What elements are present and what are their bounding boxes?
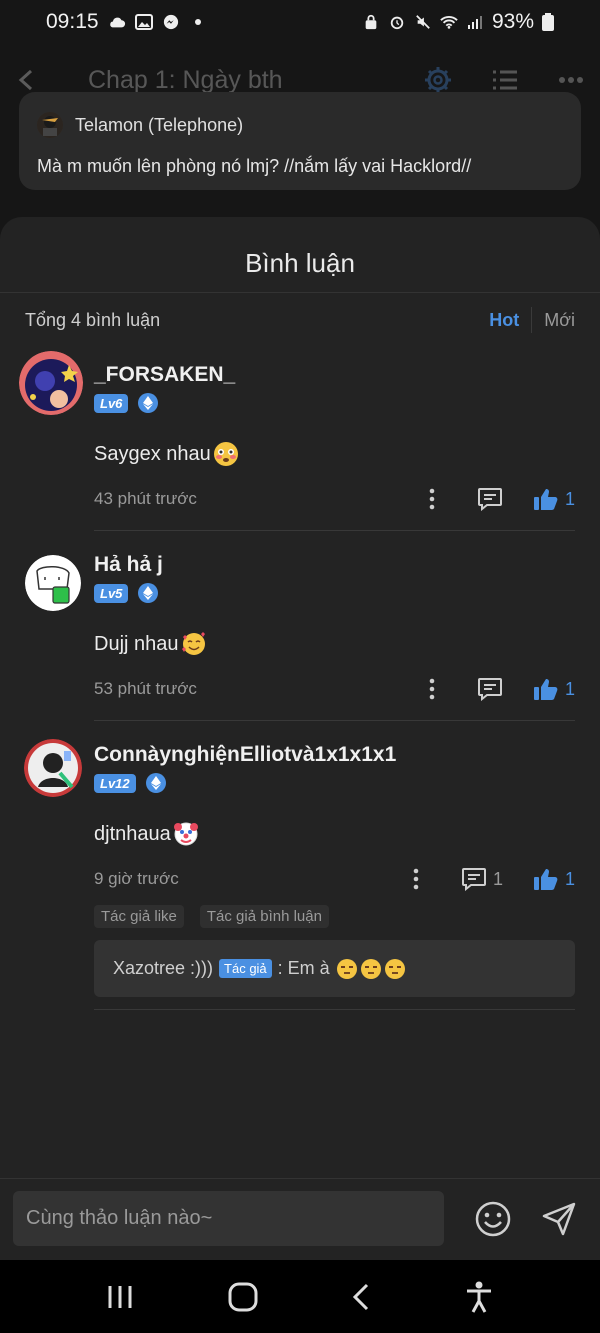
comment-body: Saygex nhau (94, 442, 211, 465)
commenter-avatar[interactable] (19, 351, 83, 415)
more-vertical-icon[interactable] (413, 868, 419, 890)
nav-back-icon[interactable] (352, 1283, 370, 1311)
reply-preview[interactable]: Xazotree :))) Tác giả : Em à (94, 940, 575, 997)
comment-item: _FORSAKEN_ Lv6 Saygex nhau 43 phút trước… (0, 351, 600, 531)
smiling-face-with-hearts-emoji-icon (181, 632, 205, 655)
quote-author-avatar (37, 112, 63, 138)
flushed-face-emoji-icon (213, 442, 238, 466)
commenter-name[interactable]: Hả hả j (94, 547, 575, 577)
lock-icon (365, 14, 377, 30)
commenter-name[interactable]: _FORSAKEN_ (94, 357, 575, 387)
messenger-icon (163, 14, 178, 30)
gallery-icon (134, 14, 153, 30)
thumbs-up-icon (533, 489, 558, 510)
send-icon[interactable] (541, 1201, 577, 1237)
comment-item: Hả hả j Lv5 Dujj nhau 53 phút trước 1 (0, 547, 600, 721)
like-count: 1 (564, 868, 575, 889)
reply-button[interactable] (477, 487, 503, 511)
level-badge: Lv5 (94, 583, 129, 603)
sort-tab-new[interactable]: Mới (532, 310, 575, 331)
level-badge: Lv6 (94, 393, 129, 413)
status-time: 09:15 (46, 10, 99, 33)
author-commented-tag: Tác giả bình luận (199, 905, 329, 928)
unamused-face-emoji-icon (360, 958, 381, 979)
reply-button[interactable] (477, 677, 503, 701)
battery-icon (542, 13, 554, 31)
comment-text: Dujj nhau (94, 631, 575, 657)
clown-face-emoji-icon (173, 822, 198, 846)
chapter-title: Chap 1: Ngày bth (88, 65, 283, 94)
like-count: 1 (564, 678, 575, 699)
reply-count: 1 (492, 868, 503, 889)
comment-input-bar: Cùng thảo luận nào~ (0, 1178, 600, 1258)
comment-body: djtnhaua (94, 822, 171, 845)
commenter-avatar[interactable] (25, 555, 81, 611)
quote-text: Mà m muốn lên phòng nó lmj? //nắm lấy va… (37, 156, 472, 176)
comment-divider (94, 720, 575, 721)
status-bar: 09:15 93% (0, 0, 600, 44)
comment-bubble-icon (477, 678, 502, 701)
comment-text: djtnhaua (94, 821, 575, 847)
alarm-icon (390, 16, 404, 30)
reply-author: Xazotree :))) (113, 958, 214, 978)
ethereum-badge-icon (138, 583, 159, 603)
author-badge: Tác giả (219, 959, 272, 978)
comment-total: Tổng 4 bình luận (25, 309, 161, 330)
like-button[interactable]: 1 (533, 677, 575, 701)
comments-subheader: Tổng 4 bình luận Hot Mới (0, 293, 600, 347)
comment-bubble-icon (461, 868, 486, 891)
author-liked-tag: Tác giả like (94, 905, 184, 928)
signal-icon (467, 16, 482, 29)
comment-time: 9 giờ trước (94, 869, 179, 888)
sort-tabs: Hot Mới (477, 307, 575, 333)
reply-text: : Em à (277, 958, 330, 978)
like-count: 1 (564, 488, 575, 509)
comment-item: ConnàynghiệnElliotvà1x1x1x1 Lv12 djtnhau… (0, 737, 600, 1010)
unamused-face-emoji-icon (384, 958, 405, 979)
ethereum-badge-icon (138, 393, 159, 413)
commenter-avatar[interactable] (24, 739, 82, 797)
comment-time: 53 phút trước (94, 679, 197, 698)
level-badge: Lv12 (94, 773, 136, 793)
quote-author-name: Telamon (Telephone) (75, 114, 244, 135)
comment-bubble-icon (477, 488, 502, 511)
comment-tags: Tác giả like Tác giả bình luận (94, 905, 575, 928)
comments-sheet: Bình luận Tổng 4 bình luận Hot Mới _FORS… (0, 217, 600, 1260)
more-vertical-icon[interactable] (429, 488, 435, 510)
back-arrow-icon[interactable] (16, 69, 38, 91)
cloud-icon (109, 17, 125, 28)
comment-divider (94, 1009, 575, 1010)
accessibility-icon[interactable] (465, 1281, 493, 1313)
comment-input[interactable]: Cùng thảo luận nào~ (13, 1191, 444, 1246)
like-button[interactable]: 1 (533, 867, 575, 891)
commenter-name[interactable]: ConnàynghiệnElliotvà1x1x1x1 (94, 737, 575, 767)
comment-body: Dujj nhau (94, 632, 179, 655)
comment-time: 43 phút trước (94, 489, 197, 508)
settings-gear-icon[interactable] (424, 66, 452, 94)
more-vertical-icon[interactable] (429, 678, 435, 700)
emoji-picker-icon[interactable] (475, 1201, 511, 1237)
sort-tab-hot[interactable]: Hot (477, 310, 531, 331)
quoted-message-card[interactable]: Telamon (Telephone) Mà m muốn lên phòng … (19, 92, 581, 190)
ethereum-badge-icon (145, 773, 166, 793)
thumbs-up-icon (533, 869, 558, 890)
reply-button[interactable]: 1 (461, 867, 503, 891)
comment-text: Saygex nhau (94, 441, 575, 467)
chapter-list-icon[interactable] (492, 69, 518, 91)
battery-percent: 93% (491, 10, 534, 33)
dot-icon (194, 19, 201, 25)
wifi-icon (440, 16, 458, 29)
home-icon[interactable] (228, 1282, 258, 1312)
mute-icon (416, 15, 430, 29)
like-button[interactable]: 1 (533, 487, 575, 511)
unamused-face-emoji-icon (336, 958, 357, 979)
reply-emojis (336, 958, 406, 980)
recent-apps-icon[interactable] (107, 1285, 133, 1309)
system-nav-bar (0, 1260, 600, 1333)
more-options-icon[interactable] (558, 76, 584, 84)
sheet-title: Bình luận (0, 217, 600, 293)
thumbs-up-icon (533, 679, 558, 700)
comment-divider (94, 530, 575, 531)
